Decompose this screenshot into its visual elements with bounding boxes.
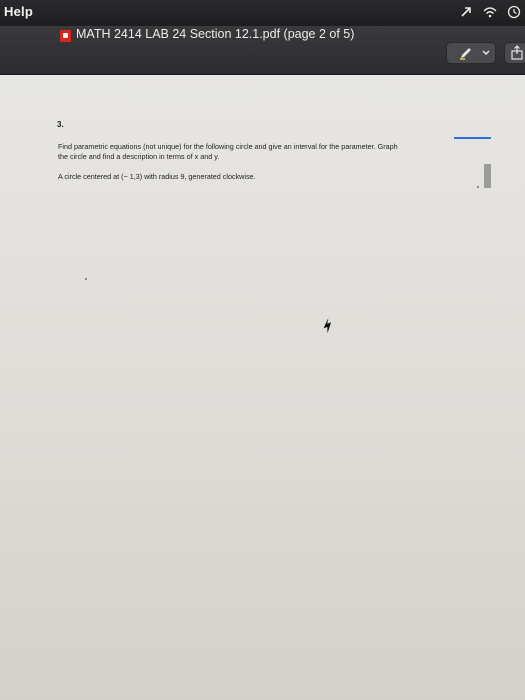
markup-button[interactable]: [446, 42, 496, 64]
pdf-page[interactable]: 3. Find parametric equations (not unique…: [0, 75, 525, 700]
mouse-cursor-icon: [323, 318, 332, 334]
annotation-underline: [454, 137, 491, 139]
menu-help[interactable]: Help: [4, 4, 33, 19]
chevron-down-icon: [482, 50, 490, 56]
share-icon: [511, 45, 523, 60]
problem-statement: A circle centered at (− 1,3) with radius…: [58, 172, 256, 181]
pdf-document-icon: [60, 30, 71, 42]
share-button[interactable]: [504, 42, 525, 64]
question-number: 3.: [57, 120, 64, 129]
window-titlebar: MATH 2414 LAB 24 Section 12.1.pdf (page …: [0, 26, 525, 75]
menubar-status-icons: [459, 3, 521, 21]
document-title: MATH 2414 LAB 24 Section 12.1.pdf (page …: [76, 27, 355, 41]
menu-bar: Help: [0, 0, 525, 26]
instruction-line-2: the circle and find a description in ter…: [58, 151, 220, 161]
page-dot: [477, 186, 479, 188]
instruction-line-1: Find parametric equations (not unique) f…: [58, 142, 398, 151]
page-scroll-handle[interactable]: [484, 164, 491, 188]
clock-icon[interactable]: [507, 5, 521, 19]
pen-icon: [460, 48, 471, 60]
question-instructions: Find parametric equations (not unique) f…: [58, 142, 498, 161]
wifi-icon[interactable]: [483, 5, 497, 19]
arrow-icon[interactable]: [459, 5, 473, 19]
page-dot: [85, 278, 87, 280]
